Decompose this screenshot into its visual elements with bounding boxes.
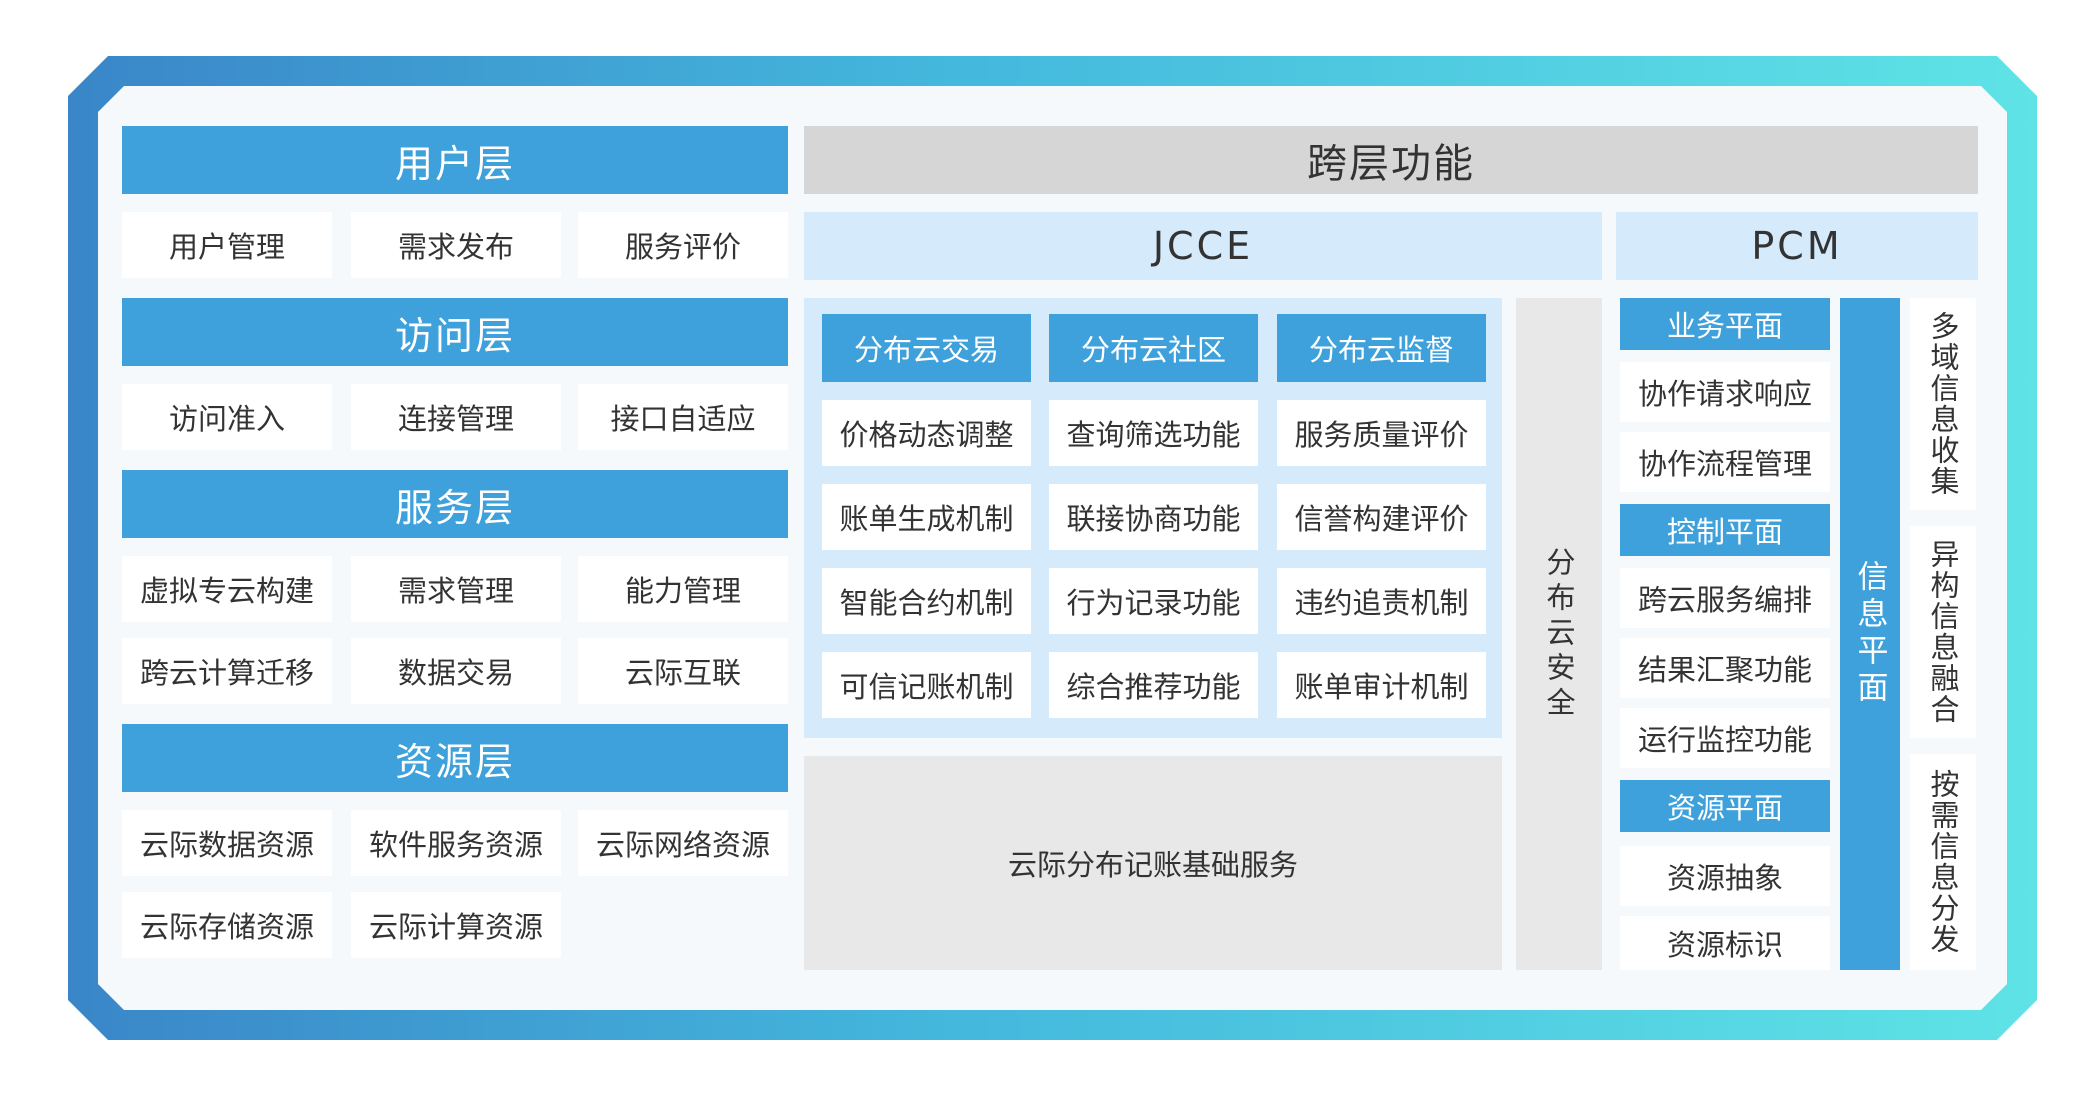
jcce-function-item: 价格动态调整 xyxy=(822,400,1031,466)
control-plane-item: 结果汇聚功能 xyxy=(1620,638,1830,698)
jcce-column-header: 分布云监督 xyxy=(1277,314,1486,382)
jcce-function-item: 账单审计机制 xyxy=(1277,652,1486,718)
service-layer-item: 跨云计算迁移 xyxy=(122,638,332,704)
service-layer-header: 服务层 xyxy=(122,470,788,538)
access-layer-item: 接口自适应 xyxy=(578,384,788,450)
user-layer-item: 服务评价 xyxy=(578,212,788,278)
jcce-function-item: 信誉构建评价 xyxy=(1277,484,1486,550)
jcce-function-item: 联接协商功能 xyxy=(1049,484,1258,550)
resource-layer-item: 云际存储资源 xyxy=(122,892,332,958)
business-plane-item: 协作流程管理 xyxy=(1620,432,1830,492)
resource-layer-item: 软件服务资源 xyxy=(351,810,561,876)
resource-layer-header: 资源层 xyxy=(122,724,788,792)
jcce-function-item: 综合推荐功能 xyxy=(1049,652,1258,718)
user-layer-item: 用户管理 xyxy=(122,212,332,278)
control-plane-item: 运行监控功能 xyxy=(1620,708,1830,768)
jcce-function-item: 行为记录功能 xyxy=(1049,568,1258,634)
access-layer-item: 连接管理 xyxy=(351,384,561,450)
service-layer-item: 能力管理 xyxy=(578,556,788,622)
user-layer-item: 需求发布 xyxy=(351,212,561,278)
jcce-column-header: 分布云交易 xyxy=(822,314,1031,382)
jcce-function-item: 服务质量评价 xyxy=(1277,400,1486,466)
access-layer-item: 访问准入 xyxy=(122,384,332,450)
service-layer-item: 虚拟专云构建 xyxy=(122,556,332,622)
resource-layer-item: 云际数据资源 xyxy=(122,810,332,876)
service-layer-item: 需求管理 xyxy=(351,556,561,622)
security-block: 分布云安全 xyxy=(1516,298,1602,970)
info-function-item: 按需信息分发 xyxy=(1910,754,1976,970)
resource-layer-item: 云际网络资源 xyxy=(578,810,788,876)
info-function-item: 多域信息收集 xyxy=(1910,298,1976,510)
jcce-column-header: 分布云社区 xyxy=(1049,314,1258,382)
access-layer-header: 访问层 xyxy=(122,298,788,366)
base-service-block: 云际分布记账基础服务 xyxy=(804,756,1502,970)
resource-layer-item: 云际计算资源 xyxy=(351,892,561,958)
user-layer-header: 用户层 xyxy=(122,126,788,194)
business-plane-item: 协作请求响应 xyxy=(1620,362,1830,422)
service-layer-item: 云际互联 xyxy=(578,638,788,704)
jcce-function-item: 可信记账机制 xyxy=(822,652,1031,718)
cross-layer-header: 跨层功能 xyxy=(804,126,1978,194)
control-plane-item: 跨云服务编排 xyxy=(1620,568,1830,628)
info-plane-block: 信息平面 xyxy=(1840,298,1900,970)
jcce-function-item: 违约追责机制 xyxy=(1277,568,1486,634)
business-plane-header: 业务平面 xyxy=(1620,298,1830,350)
resource-plane-item: 资源标识 xyxy=(1620,916,1830,970)
resource-plane-item: 资源抽象 xyxy=(1620,846,1830,906)
jcce-header: JCCE xyxy=(804,212,1602,280)
jcce-function-item: 智能合约机制 xyxy=(822,568,1031,634)
pcm-header: PCM xyxy=(1616,212,1978,280)
jcce-function-item: 账单生成机制 xyxy=(822,484,1031,550)
control-plane-header: 控制平面 xyxy=(1620,504,1830,556)
service-layer-item: 数据交易 xyxy=(351,638,561,704)
resource-plane-header: 资源平面 xyxy=(1620,780,1830,832)
info-function-item: 异构信息融合 xyxy=(1910,526,1976,738)
jcce-function-item: 查询筛选功能 xyxy=(1049,400,1258,466)
